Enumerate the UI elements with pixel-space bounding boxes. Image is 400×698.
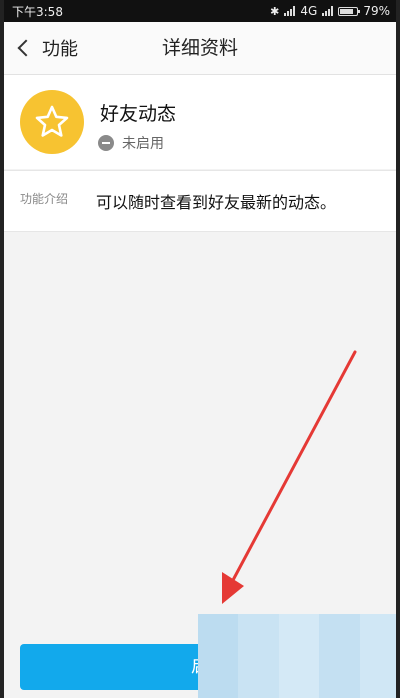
- battery-percent: 79%: [363, 4, 390, 18]
- watermark-overlay: [198, 614, 400, 698]
- bluetooth-icon: ✱: [270, 4, 280, 18]
- nav-bar: 功能 详细资料: [4, 22, 396, 75]
- arrow-head: [222, 572, 244, 604]
- feature-avatar: [20, 90, 84, 154]
- arrow-shaft: [230, 350, 357, 584]
- signal-icon-2: [322, 6, 334, 16]
- battery-fill: [340, 8, 353, 14]
- page-title: 详细资料: [161, 37, 238, 59]
- signal-icon: [284, 6, 296, 16]
- feature-status: 未启用: [98, 133, 164, 153]
- device-frame-right: [396, 0, 400, 698]
- network-type: 4G: [300, 4, 318, 18]
- feature-header: 好友动态 未启用: [4, 75, 396, 169]
- disabled-icon: [98, 135, 114, 151]
- feature-status-text: 未启用: [122, 136, 164, 152]
- device-frame-left: [0, 0, 4, 698]
- feature-intro-row: 功能介绍 可以随时查看到好友最新的动态。: [4, 170, 396, 232]
- star-icon: [35, 105, 69, 137]
- intro-text: 可以随时查看到好友最新的动态。: [96, 193, 337, 212]
- intro-label: 功能介绍: [20, 192, 69, 206]
- battery-icon: [338, 6, 361, 16]
- status-bar: 下午3:58 ✱ 4G 79%: [0, 0, 400, 22]
- feature-name: 好友动态: [100, 103, 177, 125]
- status-indicators: ✱ 4G 79%: [270, 4, 390, 18]
- status-time: 下午3:58: [12, 4, 63, 19]
